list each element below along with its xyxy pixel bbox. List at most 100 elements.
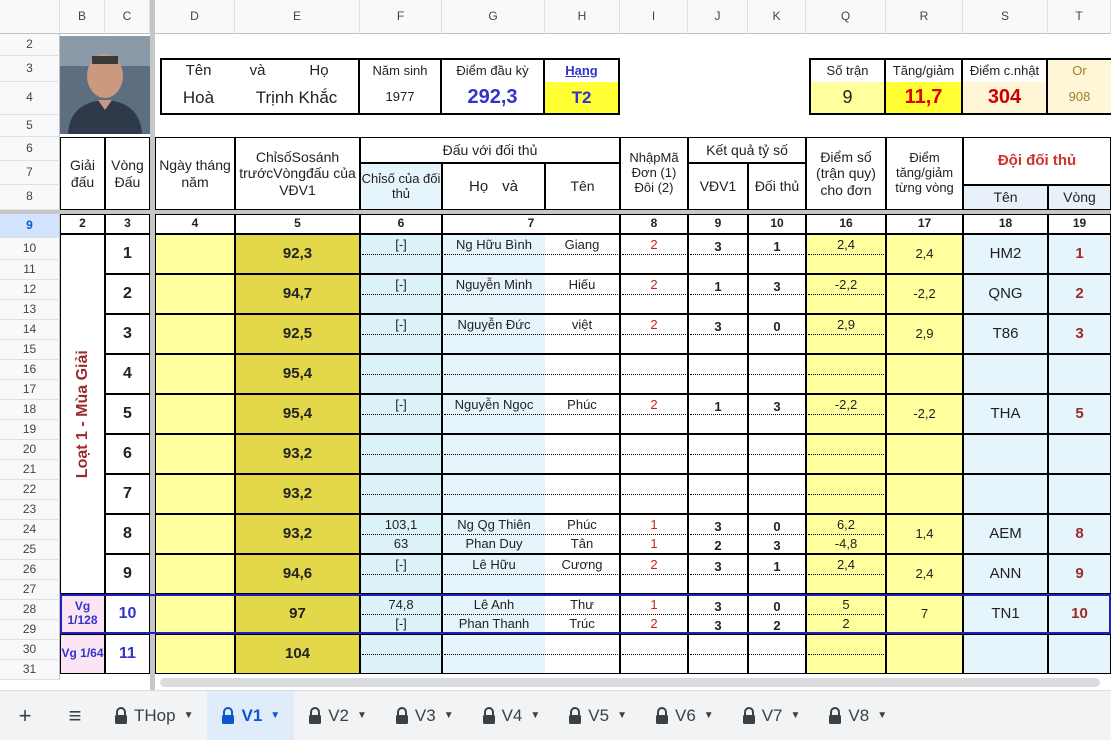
date-cell[interactable] — [155, 354, 235, 394]
team-round-cell[interactable]: 9 — [1048, 554, 1111, 594]
col-i-header[interactable]: I — [620, 0, 688, 34]
date-cell[interactable] — [155, 234, 235, 274]
col-b-header[interactable]: B — [60, 0, 105, 34]
team-cell[interactable]: AEM — [963, 514, 1048, 554]
delta-cell[interactable]: 1,4 — [886, 514, 963, 554]
round-number[interactable]: 8 — [105, 514, 150, 554]
or-value[interactable]: 908 — [1048, 82, 1111, 115]
date-cell[interactable] — [155, 554, 235, 594]
comparison-index[interactable]: 95,4 — [235, 394, 360, 434]
date-cell[interactable] — [155, 474, 235, 514]
add-sheet-button[interactable]: + — [0, 691, 50, 740]
row-header-26[interactable]: 26 — [0, 560, 60, 580]
rank-value[interactable]: T2 — [545, 82, 620, 115]
row-header-15[interactable]: 15 — [0, 340, 60, 360]
col-s-header[interactable]: S — [963, 0, 1048, 34]
row-header-13[interactable]: 13 — [0, 300, 60, 320]
row-header-10[interactable]: 10 — [0, 238, 60, 260]
col-q-header[interactable]: Q — [806, 0, 886, 34]
round-number[interactable]: 7 — [105, 474, 150, 514]
chevron-down-icon[interactable]: ▼ — [791, 710, 801, 721]
row-header-16[interactable]: 16 — [0, 360, 60, 380]
comparison-index[interactable]: 95,4 — [235, 354, 360, 394]
team-round-cell[interactable]: 5 — [1048, 394, 1111, 434]
row-header-25[interactable]: 25 — [0, 540, 60, 560]
row-header-17[interactable]: 17 — [0, 380, 60, 400]
row-header-18[interactable]: 18 — [0, 400, 60, 420]
round-number[interactable]: 4 — [105, 354, 150, 394]
team-cell[interactable]: T86 — [963, 314, 1048, 354]
col-g-header[interactable]: G — [442, 0, 545, 34]
col-k-header[interactable]: K — [748, 0, 806, 34]
col-f-header[interactable]: F — [360, 0, 442, 34]
team-cell[interactable] — [963, 474, 1048, 514]
comparison-index[interactable]: 104 — [235, 634, 360, 674]
row-header-3[interactable]: 3 — [0, 56, 60, 82]
row-header-21[interactable]: 21 — [0, 460, 60, 480]
sheet-tab-v8[interactable]: V8 ▼ — [814, 691, 901, 740]
sheet-tab-v3[interactable]: V3 ▼ — [381, 691, 468, 740]
row-header-9[interactable]: 9 — [0, 214, 60, 238]
delta-cell[interactable]: 2,9 — [886, 314, 963, 354]
delta-cell[interactable]: 2,4 — [886, 234, 963, 274]
sheet-tab-v5[interactable]: V5 ▼ — [554, 691, 641, 740]
delta-cell[interactable] — [886, 634, 963, 674]
delta-cell[interactable] — [886, 474, 963, 514]
row-header-30[interactable]: 30 — [0, 640, 60, 660]
updated-value[interactable]: 304 — [963, 82, 1048, 115]
col-t-header[interactable]: T — [1048, 0, 1111, 34]
date-cell[interactable] — [155, 274, 235, 314]
sheet-tab-thop[interactable]: THop ▼ — [100, 691, 207, 740]
row-header-20[interactable]: 20 — [0, 440, 60, 460]
chevron-down-icon[interactable]: ▼ — [357, 710, 367, 721]
col-e-header[interactable]: E — [235, 0, 360, 34]
row-header-5[interactable]: 5 — [0, 115, 60, 137]
round-number[interactable]: 2 — [105, 274, 150, 314]
chevron-down-icon[interactable]: ▼ — [270, 710, 280, 721]
comparison-index[interactable]: 94,6 — [235, 554, 360, 594]
start-points[interactable]: 292,3 — [442, 82, 545, 115]
team-round-cell[interactable] — [1048, 434, 1111, 474]
team-round-cell[interactable]: 3 — [1048, 314, 1111, 354]
team-round-cell[interactable]: 1 — [1048, 234, 1111, 274]
chevron-down-icon[interactable]: ▼ — [617, 710, 627, 721]
chevron-down-icon[interactable]: ▼ — [530, 710, 540, 721]
sheet-tab-v2[interactable]: V2 ▼ — [294, 691, 381, 740]
team-round-cell[interactable]: 8 — [1048, 514, 1111, 554]
row-header-31[interactable]: 31 — [0, 660, 60, 680]
date-cell[interactable] — [155, 514, 235, 554]
delta-cell[interactable]: -2,2 — [886, 394, 963, 434]
col-h-header[interactable]: H — [545, 0, 620, 34]
row-header-23[interactable]: 23 — [0, 500, 60, 520]
col-j-header[interactable]: J — [688, 0, 748, 34]
spreadsheet-grid[interactable]: B C D E F G H I J K Q R S T 2 3 4 5 6 7 8 9 10 11 12 13 14 15 16 17 18… — [0, 0, 1111, 690]
row-header-7[interactable]: 7 — [0, 161, 60, 185]
chevron-down-icon[interactable]: ▼ — [184, 710, 194, 721]
all-sheets-menu-button[interactable]: ≡ — [50, 691, 100, 740]
sheet-tab-v6[interactable]: V6 ▼ — [641, 691, 728, 740]
round-number[interactable]: 11 — [105, 634, 150, 674]
date-cell[interactable] — [155, 634, 235, 674]
sheet-tab-v1[interactable]: V1 ▼ — [207, 690, 295, 740]
chevron-down-icon[interactable]: ▼ — [444, 710, 454, 721]
comparison-index[interactable]: 93,2 — [235, 474, 360, 514]
col-c-header[interactable]: C — [105, 0, 150, 34]
row-header-2[interactable]: 2 — [0, 34, 60, 56]
team-round-cell[interactable] — [1048, 354, 1111, 394]
col-d-header[interactable]: D — [155, 0, 235, 34]
col-r-header[interactable]: R — [886, 0, 963, 34]
row-header-19[interactable]: 19 — [0, 420, 60, 440]
round-number[interactable]: 9 — [105, 554, 150, 594]
delta-cell[interactable]: 2,4 — [886, 554, 963, 594]
team-cell[interactable]: ANN — [963, 554, 1048, 594]
row-header-22[interactable]: 22 — [0, 480, 60, 500]
comparison-index[interactable]: 92,5 — [235, 314, 360, 354]
round-number[interactable]: 6 — [105, 434, 150, 474]
date-cell[interactable] — [155, 434, 235, 474]
row-header-29[interactable]: 29 — [0, 620, 60, 640]
row-header-28[interactable]: 28 — [0, 600, 60, 620]
team-round-cell[interactable] — [1048, 474, 1111, 514]
chevron-down-icon[interactable]: ▼ — [704, 710, 714, 721]
row-header-12[interactable]: 12 — [0, 280, 60, 300]
comparison-index[interactable]: 93,2 — [235, 514, 360, 554]
